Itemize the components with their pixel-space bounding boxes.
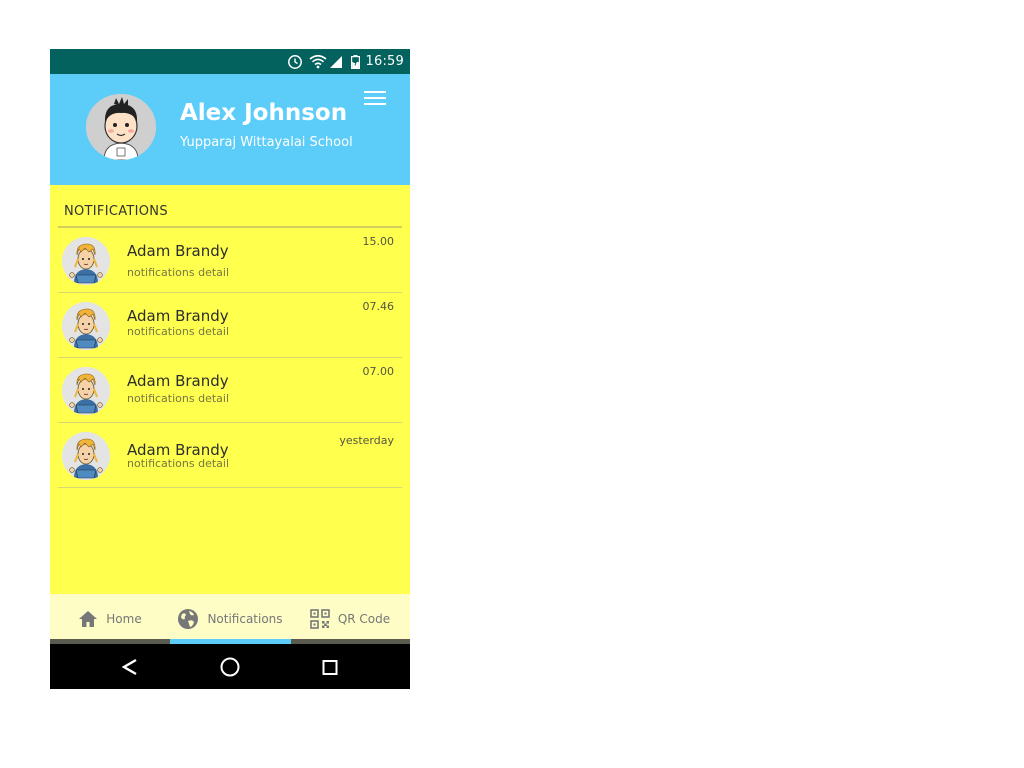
alarm-icon xyxy=(287,54,303,70)
notification-time: yesterday xyxy=(339,434,394,447)
notification-avatar xyxy=(62,302,110,350)
bottom-nav: Home Notifications QR Code xyxy=(50,594,410,644)
notification-detail: notifications detail xyxy=(127,325,230,338)
notification-time: 15.00 xyxy=(362,235,395,248)
tab-qr-code-label: QR Code xyxy=(337,612,391,626)
avatar[interactable] xyxy=(86,94,156,160)
tab-notifications[interactable]: Notifications xyxy=(170,594,290,644)
status-bar: 16:59 xyxy=(50,49,410,74)
back-icon[interactable] xyxy=(110,644,150,689)
user-school: Yupparaj Wittayalai School xyxy=(180,135,353,150)
tab-home-label: Home xyxy=(106,612,142,626)
notification-time: 07.46 xyxy=(362,300,395,313)
tab-notifications-label: Notifications xyxy=(207,612,283,626)
wifi-icon xyxy=(309,54,327,69)
cell-signal-icon xyxy=(329,55,343,69)
phone-screen: 16:59 Alex Johnson Yupparaj Wittayalai S… xyxy=(50,49,410,689)
notification-item[interactable]: Adam Brandy notifications detail yesterd… xyxy=(58,423,402,488)
notification-avatar xyxy=(62,432,110,480)
section-title: NOTIFICATIONS xyxy=(64,204,168,219)
qr-code-icon xyxy=(310,609,330,629)
system-nav-bar xyxy=(50,644,410,689)
tab-qr-code[interactable]: QR Code xyxy=(290,594,410,644)
recents-icon[interactable] xyxy=(310,644,350,689)
status-icons: 16:59 xyxy=(287,49,404,74)
notification-detail: notifications detail xyxy=(127,266,230,279)
notification-avatar xyxy=(62,367,110,415)
notification-detail: notifications detail xyxy=(127,392,230,405)
user-name: Alex Johnson xyxy=(180,100,348,126)
status-time: 16:59 xyxy=(365,54,404,69)
globe-icon xyxy=(177,608,199,630)
hamburger-menu-icon[interactable] xyxy=(364,91,386,107)
notification-list: Adam Brandy notifications detail 15.00 A… xyxy=(58,228,402,488)
notification-sender: Adam Brandy xyxy=(127,307,229,325)
notification-time: 07.00 xyxy=(362,365,395,378)
tab-home[interactable]: Home xyxy=(50,594,170,644)
notification-item[interactable]: Adam Brandy notifications detail 07.00 xyxy=(58,358,402,423)
home-icon xyxy=(78,610,98,628)
notification-item[interactable]: Adam Brandy notifications detail 07.46 xyxy=(58,293,402,358)
notification-avatar xyxy=(62,237,110,285)
battery-charging-icon xyxy=(350,54,360,69)
home-circle-icon[interactable] xyxy=(210,644,250,689)
notification-item[interactable]: Adam Brandy notifications detail 15.00 xyxy=(58,228,402,293)
profile-header: Alex Johnson Yupparaj Wittayalai School xyxy=(50,74,410,185)
notification-sender: Adam Brandy xyxy=(127,242,229,260)
notification-sender: Adam Brandy xyxy=(127,372,229,390)
notification-detail: notifications detail xyxy=(127,457,230,470)
